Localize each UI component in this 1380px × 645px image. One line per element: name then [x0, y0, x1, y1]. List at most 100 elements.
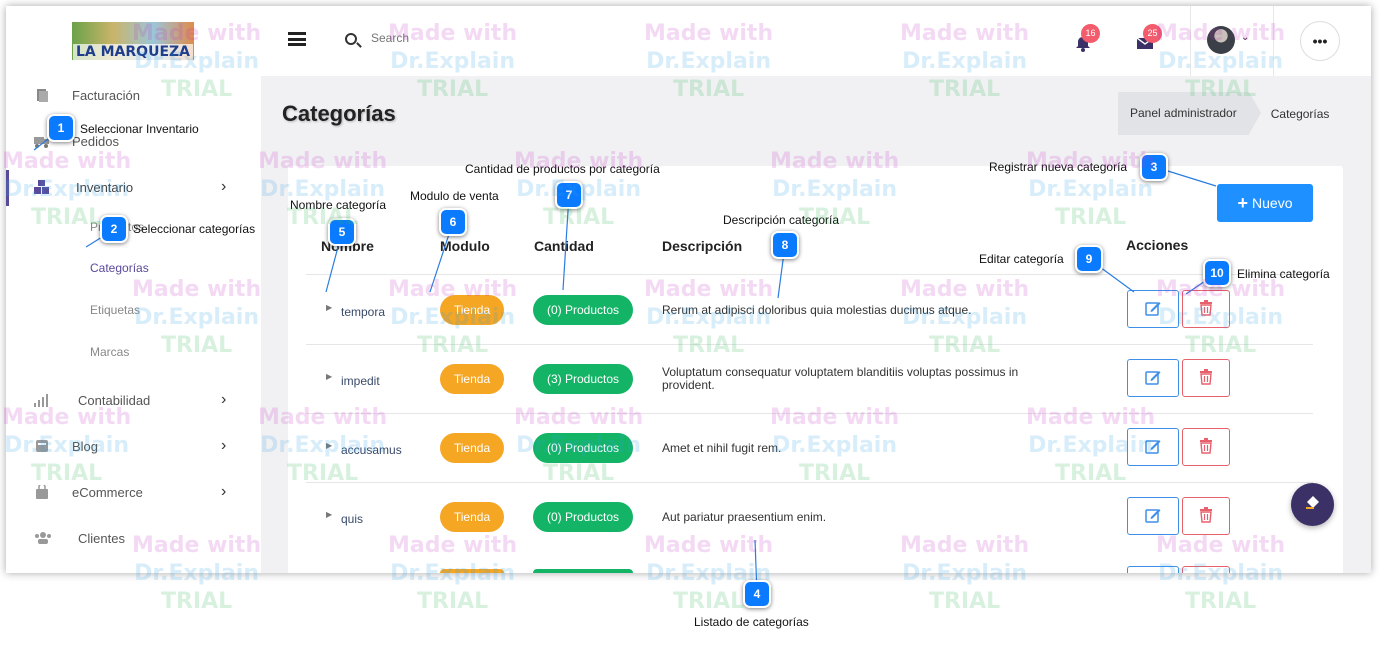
annotation-marker: 10: [1203, 259, 1231, 287]
notifications-badge: 16: [1081, 24, 1100, 43]
sidebar-item-facturacion[interactable]: Facturación: [6, 75, 261, 115]
delete-button-partial[interactable]: [1182, 566, 1230, 573]
category-description: Amet et nihil fugit rem.: [662, 441, 782, 455]
sidebar-item-contabilidad[interactable]: Contabilidad ›: [6, 380, 261, 420]
row-divider: [306, 482, 1313, 483]
edit-button[interactable]: [1127, 497, 1179, 535]
annotation-note: Registrar nueva categoría: [989, 160, 1128, 174]
logo[interactable]: LA MARQUEZA: [72, 22, 194, 60]
breadcrumb-item-panel[interactable]: Panel administrador: [1118, 92, 1261, 135]
more-button[interactable]: •••: [1300, 21, 1340, 61]
trash-icon: [1199, 299, 1213, 319]
header-divider: [306, 274, 1313, 275]
column-header-modulo: Modulo: [440, 238, 490, 254]
category-description: Aut pariatur praesentium enim.: [662, 510, 827, 524]
theme-customizer-button[interactable]: [1291, 483, 1334, 526]
product-count-badge: (0) Productos: [533, 502, 633, 532]
sidebar-subitem-etiquetas[interactable]: Etiquetas: [90, 303, 140, 317]
annotation-note: Listado de categorías: [694, 615, 809, 629]
plus-icon: +: [1237, 192, 1249, 213]
annotation-marker: 9: [1075, 245, 1103, 273]
module-badge: Tienda: [440, 364, 504, 394]
bar-chart-icon: [34, 393, 50, 407]
annotation-marker: 4: [743, 580, 771, 608]
annotation-marker: 6: [439, 208, 467, 236]
sidebar: LA MARQUEZA Facturación Pedidos Inventar…: [6, 6, 261, 573]
edit-button[interactable]: [1127, 428, 1179, 466]
sidebar-subitem-categorias[interactable]: Categorías: [90, 261, 149, 275]
sidebar-item-clientes[interactable]: Clientes: [6, 518, 261, 558]
sidebar-item-blog[interactable]: Blog ›: [6, 426, 261, 466]
breadcrumb-item-current: Categorías: [1270, 106, 1330, 121]
chevron-right-icon: ›: [221, 391, 227, 408]
annotation-marker: 1: [47, 114, 75, 142]
sidebar-item-label: Blog: [72, 438, 99, 454]
delete-button[interactable]: [1182, 290, 1230, 328]
sidebar-item-label: Facturación: [72, 87, 140, 103]
sidebar-item-label: Inventario: [76, 179, 134, 195]
trash-icon: [1199, 368, 1213, 388]
delete-button[interactable]: [1182, 428, 1230, 466]
category-name: impedit: [341, 374, 380, 388]
sidebar-item-label: eCommerce: [72, 484, 143, 500]
logo-text: LA MARQUEZA: [73, 44, 193, 60]
annotation-marker: 3: [1140, 153, 1168, 181]
expand-icon[interactable]: ▶: [326, 510, 332, 519]
annotation-note: Modulo de venta: [410, 189, 499, 203]
annotation-marker: 2: [100, 215, 128, 243]
sidebar-item-ecommerce[interactable]: eCommerce ›: [6, 472, 261, 512]
annotation-note: Nombre categoría: [290, 198, 387, 212]
category-name: tempora: [341, 305, 386, 319]
delete-button[interactable]: [1182, 497, 1230, 535]
column-header-cantidad: Cantidad: [534, 238, 594, 254]
row-divider: [306, 413, 1313, 414]
sidebar-item-inventario[interactable]: Inventario ›: [6, 167, 261, 207]
module-badge-partial: [440, 569, 504, 573]
sidebar-subitem-marcas[interactable]: Marcas: [90, 345, 129, 359]
category-description: Rerum at adipisci doloribus quia molesti…: [662, 303, 972, 317]
module-badge: Tienda: [440, 295, 504, 325]
hamburger-icon[interactable]: [288, 32, 306, 46]
product-count-badge: (3) Productos: [533, 364, 633, 394]
chevron-right-icon: ›: [221, 437, 227, 454]
expand-icon[interactable]: ▶: [326, 303, 332, 312]
new-category-button[interactable]: + Nuevo: [1217, 184, 1313, 222]
edit-icon: [1144, 437, 1162, 458]
expand-icon[interactable]: ▶: [326, 441, 332, 450]
topbar: 16 25 ⌄ •••: [261, 6, 1371, 76]
edit-button[interactable]: [1127, 290, 1179, 328]
column-header-descripcion: Descripción: [662, 238, 743, 254]
product-count-badge-partial: [533, 569, 633, 573]
annotation-note: Editar categoría: [979, 252, 1064, 266]
annotation-note: Seleccionar Inventario: [80, 122, 199, 136]
trash-icon: [1199, 506, 1213, 526]
delete-button[interactable]: [1182, 359, 1230, 397]
annotation-note: Descripción categoría: [723, 213, 840, 227]
sidebar-item-label: Contabilidad: [78, 392, 151, 408]
blog-icon: [34, 439, 50, 453]
annotation-marker: 7: [555, 181, 583, 209]
new-button-label: Nuevo: [1252, 195, 1293, 211]
edit-button[interactable]: [1127, 359, 1179, 397]
chevron-down-icon[interactable]: ⌄: [1241, 32, 1249, 43]
annotation-note: Seleccionar categorías: [133, 222, 256, 236]
divider: [1273, 6, 1274, 76]
module-badge: Tienda: [440, 433, 504, 463]
edit-icon: [1144, 368, 1162, 389]
search-input[interactable]: [371, 31, 491, 45]
boxes-icon: [34, 180, 50, 194]
trash-icon: [1199, 437, 1213, 457]
annotation-note: Elimina categoría: [1237, 267, 1330, 281]
messages-badge: 25: [1143, 24, 1162, 43]
paint-bucket-icon: [1304, 493, 1322, 516]
category-description: Voluptatum consequatur voluptatem blandi…: [662, 365, 1019, 392]
edit-icon: [1144, 506, 1162, 527]
expand-icon[interactable]: ▶: [326, 372, 332, 381]
annotation-marker: 8: [771, 231, 799, 259]
avatar[interactable]: [1207, 26, 1235, 54]
search-icon[interactable]: [345, 33, 357, 45]
annotation-marker: 5: [328, 218, 356, 246]
edit-button-partial[interactable]: [1127, 566, 1179, 573]
edit-icon: [1144, 299, 1162, 320]
category-name: accusamus: [341, 443, 402, 457]
